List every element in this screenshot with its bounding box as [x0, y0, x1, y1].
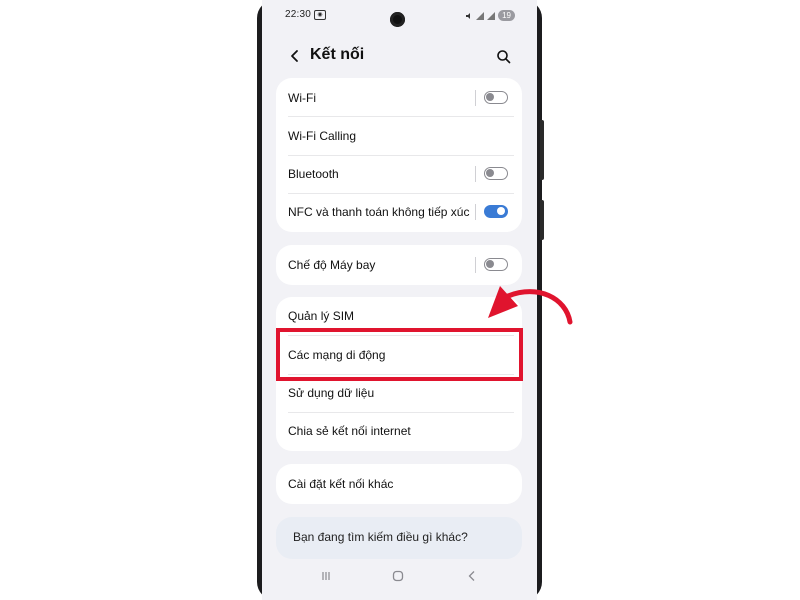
bluetooth-item[interactable]: Bluetooth [288, 155, 514, 193]
page-header: Kết nối [262, 40, 537, 72]
divider [475, 204, 476, 220]
status-bar: 22:30 ◉ 19 [262, 0, 537, 30]
recents-icon[interactable] [320, 570, 332, 582]
signal-2-icon [487, 11, 496, 20]
nav-back-icon[interactable] [466, 570, 478, 582]
suggestion-card[interactable]: Bạn đang tìm kiếm điều gì khác? [276, 517, 522, 559]
mute-icon [466, 12, 471, 19]
page-title: Kết nối [310, 46, 365, 63]
divider [475, 166, 476, 182]
wifi-label: Wi-Fi [288, 91, 316, 105]
navigation-bar [262, 562, 537, 592]
mobile-networks-label: Các mạng di động [288, 348, 386, 362]
connections-card: Wi-Fi Wi-Fi Calling Bluetooth NFC và tha… [276, 78, 522, 232]
mobile-networks-item[interactable]: Các mạng di động [288, 336, 514, 374]
wifi-calling-item[interactable]: Wi-Fi Calling [288, 117, 514, 155]
more-settings-card: Cài đặt kết nối khác [276, 464, 522, 504]
search-icon[interactable] [496, 49, 511, 64]
hotspot-item[interactable]: Chia sẻ kết nối internet [288, 412, 514, 450]
wifi-toggle[interactable] [484, 91, 508, 104]
data-usage-item[interactable]: Sử dụng dữ liệu [288, 374, 514, 412]
wifi-calling-label: Wi-Fi Calling [288, 129, 357, 143]
divider [475, 90, 476, 106]
back-arrow-icon[interactable] [288, 49, 302, 63]
more-connection-settings-label: Cài đặt kết nối khác [288, 477, 394, 491]
divider [475, 257, 476, 273]
annotation-arrow-icon [488, 286, 573, 325]
nfc-toggle[interactable] [484, 205, 508, 218]
signal-icon [476, 11, 485, 20]
bluetooth-label: Bluetooth [288, 167, 339, 181]
airplane-mode-toggle[interactable] [484, 258, 508, 271]
front-camera [390, 12, 405, 27]
bluetooth-toggle[interactable] [484, 167, 508, 180]
hotspot-label: Chia sẻ kết nối internet [288, 424, 411, 438]
volume-button [540, 120, 544, 180]
screen-record-icon: ◉ [314, 10, 326, 20]
suggestion-text: Bạn đang tìm kiếm điều gì khác? [293, 530, 468, 544]
status-time: 22:30 [285, 9, 312, 20]
wifi-item[interactable]: Wi-Fi [288, 79, 514, 117]
power-button [540, 200, 544, 240]
more-connection-settings-item[interactable]: Cài đặt kết nối khác [288, 465, 514, 503]
nfc-item[interactable]: NFC và thanh toán không tiếp xúc [288, 193, 514, 231]
data-usage-label: Sử dụng dữ liệu [288, 386, 375, 400]
status-icons: 19 [465, 10, 515, 21]
battery-indicator: 19 [498, 10, 515, 21]
airplane-mode-label: Chế độ Máy bay [288, 258, 376, 272]
nfc-label: NFC và thanh toán không tiếp xúc [288, 205, 470, 219]
home-icon[interactable] [392, 570, 404, 582]
